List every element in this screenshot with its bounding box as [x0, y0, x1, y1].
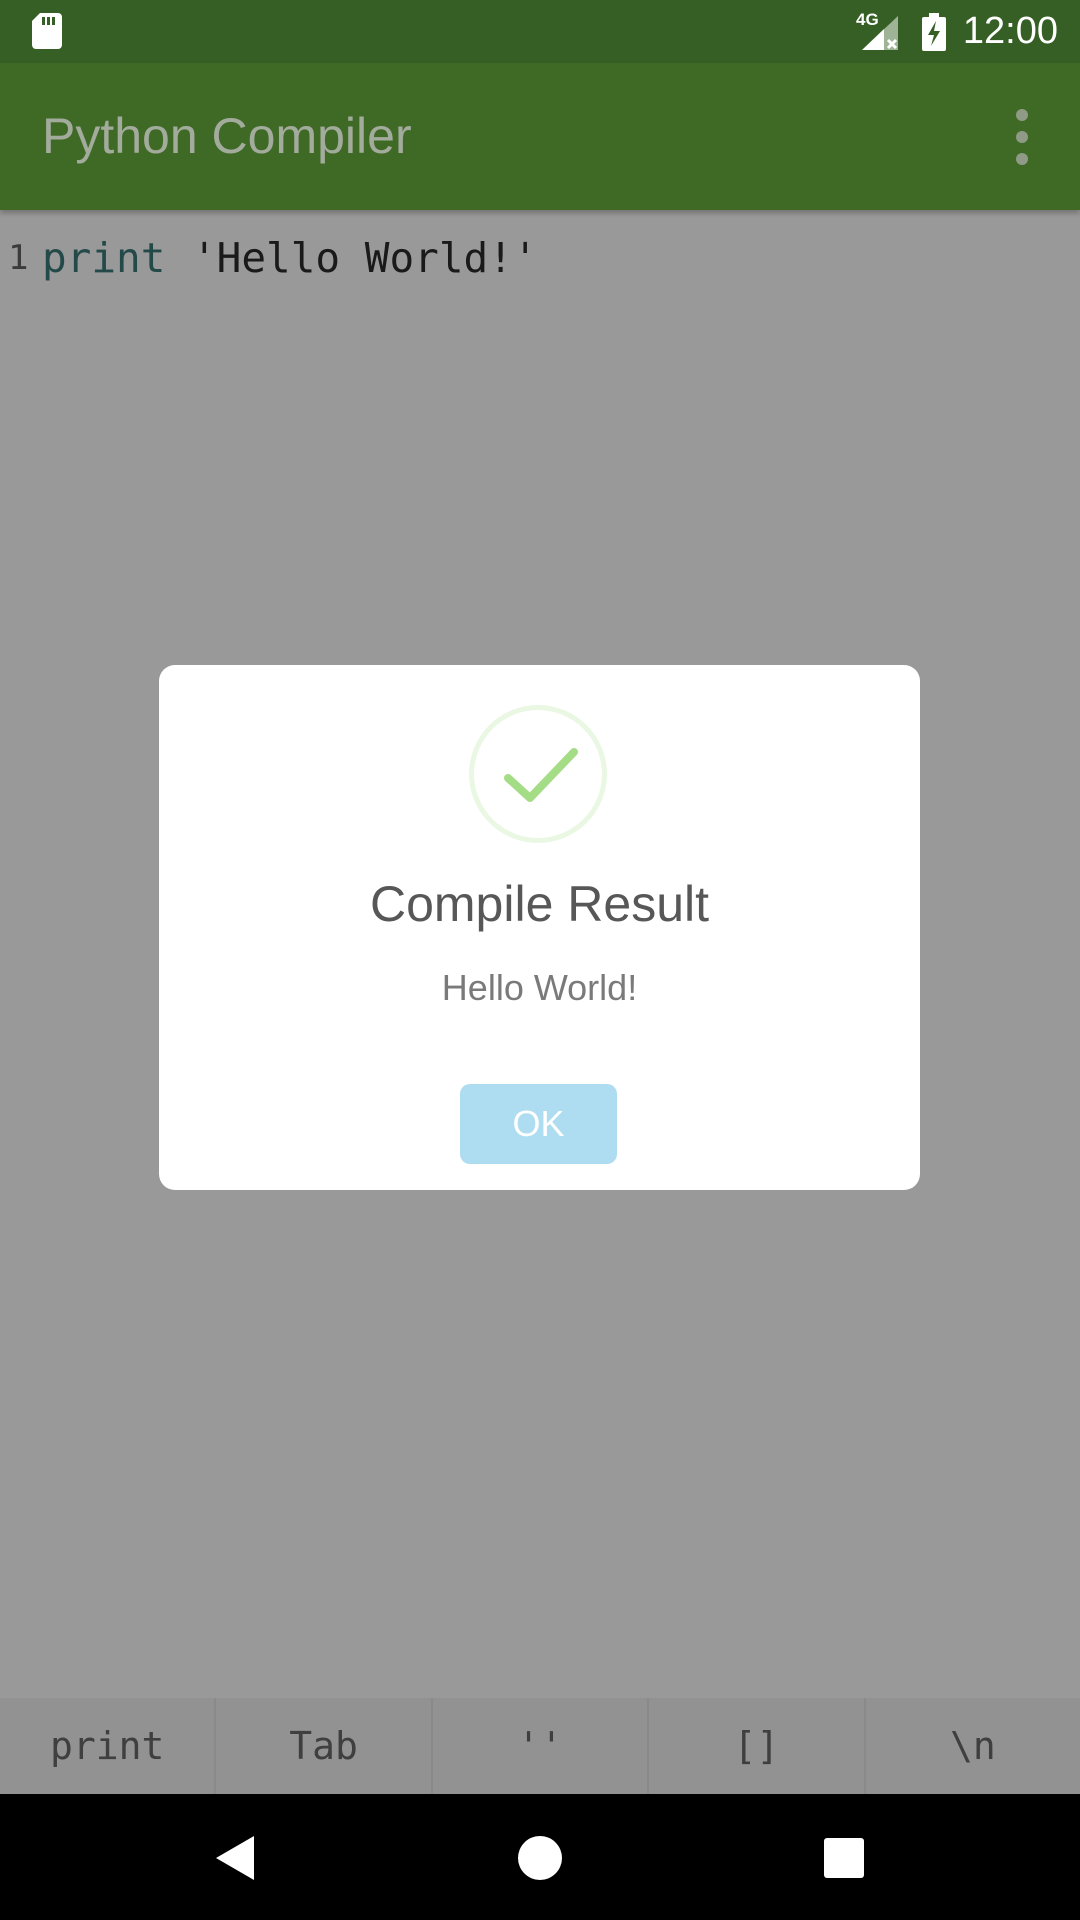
app-title: Python Compiler [42, 108, 412, 164]
battery-charging-icon [922, 13, 946, 51]
shortcut-print-button[interactable]: print [0, 1698, 217, 1794]
dialog-message: Hello World! [441, 967, 638, 1008]
shortcut-quotes-button[interactable]: '' [433, 1698, 650, 1794]
line-number: 1 [8, 238, 29, 278]
recents-icon[interactable] [824, 1838, 864, 1878]
overflow-menu-icon[interactable] [1000, 101, 1044, 173]
dialog-title: Compile Result [369, 876, 709, 932]
ok-button[interactable]: OK [460, 1084, 617, 1164]
status-bar: 4G 12:00 [0, 0, 1080, 63]
home-icon[interactable] [518, 1836, 562, 1880]
code-string: 'Hello World!' [192, 234, 538, 282]
shortcut-newline-button[interactable]: \n [866, 1698, 1080, 1794]
shortcut-tab-button[interactable]: Tab [216, 1698, 433, 1794]
code-keyword: print [42, 234, 166, 282]
sd-card-icon [32, 13, 62, 49]
success-check-icon [504, 748, 578, 802]
shortcut-brackets-button[interactable]: [] [649, 1698, 866, 1794]
back-icon[interactable] [214, 1834, 256, 1882]
code-line: 1 print 'Hello World!' [0, 230, 1080, 286]
success-indicator [469, 705, 607, 843]
app-bar: Python Compiler [0, 63, 1080, 210]
status-clock: 12:00 [962, 10, 1058, 52]
compile-result-dialog: Compile Result Hello World! OK [159, 665, 920, 1190]
navigation-bar [0, 1794, 1080, 1920]
shortcut-bar: print Tab '' [] \n [0, 1698, 1080, 1794]
cell-signal-icon [862, 16, 898, 50]
